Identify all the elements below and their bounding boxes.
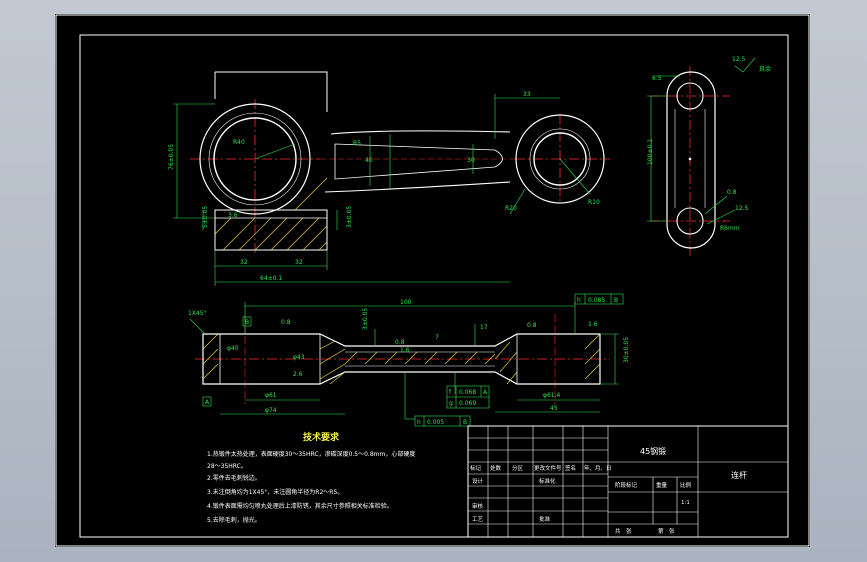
section-view: 1X45° B 0.8 100 3±0.05 7 17 0.8 0.8 h 0.… xyxy=(188,293,630,427)
tb-material: 45钢锻 xyxy=(640,446,666,456)
side-surf-2: 12.5 xyxy=(735,205,749,212)
tb-h-count: 处数 xyxy=(490,464,502,472)
sec-tol-f-datum: A xyxy=(483,389,488,396)
sec-tol-h-datum: B xyxy=(463,419,467,426)
tech-line-3: 2.零件去毛刺锐边。 xyxy=(207,474,261,482)
tb-part-name: 连杆 xyxy=(731,470,747,480)
side-roughness-top: 12.5 xyxy=(732,56,746,63)
sec-datum-b: B xyxy=(245,319,249,326)
sec-left-d2: φ43 xyxy=(293,354,305,361)
tb-scale: 1:1 xyxy=(681,500,690,506)
sec-left-dia: φ40 xyxy=(227,345,239,352)
drawing-sheet: R40 R5 33 30 40 R20 R10 76±0.05 5±0.05 3… xyxy=(55,14,810,547)
sec-bottom-total: φ74 xyxy=(265,407,277,414)
sec-tol-f: f xyxy=(449,389,452,396)
outer-frame xyxy=(55,14,810,547)
sec-left-2: 2.6 xyxy=(293,371,303,378)
tb-h-date: 年、月、日 xyxy=(584,464,612,472)
sec-dim-17: 17 xyxy=(480,324,488,331)
dim-small-r2: R10 xyxy=(588,199,600,206)
tb-h-sign: 签名 xyxy=(565,464,576,472)
sec-tol-h: h xyxy=(417,419,421,426)
dim-bottom-32a: 32 xyxy=(240,259,248,266)
sec-flat-h: h xyxy=(577,297,581,304)
tech-line-5: 4.锻件表面需均匀喷丸处理后上漆防锈，其余尺寸参照相关标准检验。 xyxy=(207,502,393,510)
tech-line-4: 3.未注倒角均为1X45°，未注圆角半径为R2～R5。 xyxy=(207,488,343,496)
tb-h-change: 更改文件号 xyxy=(534,464,562,472)
front-view: R40 R5 33 30 40 R20 R10 76±0.05 5±0.05 3… xyxy=(168,71,610,286)
dim-gap: 3.6 xyxy=(228,212,238,219)
dim-rib-40: 40 xyxy=(365,157,373,164)
sec-rough-4: 1.6 xyxy=(588,321,598,328)
side-hole-r: R6mm xyxy=(720,225,740,232)
side-edge: 6.5 xyxy=(652,75,662,82)
side-roughness-label: 其余 xyxy=(759,65,771,73)
tb-sheet-total: 共 张 xyxy=(615,527,632,535)
sec-tol-h-val: 0.005 xyxy=(427,419,444,426)
tb-process: 工艺 xyxy=(472,516,484,523)
tech-line-1: 1.热锻件太热处理，表面硬度30～35HRC，渗碳深度0.5～0.8mm，心部硬… xyxy=(207,450,415,458)
sec-right-h: 30±0.05 xyxy=(623,337,630,363)
dim-left-height: 76±0.05 xyxy=(168,144,175,170)
sec-dim-7: 7 xyxy=(435,334,439,341)
tech-line-6: 5.去除毛刺，抛光。 xyxy=(207,516,261,524)
tb-sheet-no: 第 张 xyxy=(658,527,675,535)
sec-mid-1: 1.6 xyxy=(400,347,410,354)
tb-h-mark: 标记 xyxy=(470,464,482,472)
sec-tol-g: g xyxy=(449,400,453,407)
sec-tol-f-val: 0.068 xyxy=(459,389,476,396)
dim-left-low: 5±0.05 xyxy=(202,206,209,228)
sec-rough-1: 0.8 xyxy=(281,319,291,326)
side-surf-1: 0.8 xyxy=(727,189,737,196)
dim-radius-big: R40 xyxy=(233,139,245,146)
tb-approve: 批准 xyxy=(539,515,551,523)
tech-requirements: 技术要求 1.热锻件太热处理，表面硬度30～35HRC，渗碳深度0.5～0.8m… xyxy=(207,431,415,524)
sec-bottom-phi: φ61 xyxy=(265,392,277,399)
tb-check: 审核 xyxy=(472,502,484,510)
tech-line-2: 28～35HRC。 xyxy=(207,463,247,470)
dim-top-width: 33 xyxy=(523,91,531,98)
tech-title: 技术要求 xyxy=(303,431,340,443)
sec-rough-2: 0.8 xyxy=(395,339,405,346)
sec-tol-g-val: 0.069 xyxy=(459,400,476,407)
tb-weight: 重量 xyxy=(656,481,668,489)
tb-scale-h: 比例 xyxy=(680,481,692,489)
sec-right-d: φ61.4 xyxy=(543,392,561,399)
sec-right-vert: 3±0.05 xyxy=(362,308,369,330)
dim-small-r1: R20 xyxy=(505,205,517,212)
tb-stage: 阶段标记 xyxy=(615,481,638,489)
sec-flat-val: 0.085 xyxy=(588,297,605,304)
dim-bottom-32b: 32 xyxy=(295,259,303,266)
cad-drawing: R40 R5 33 30 40 R20 R10 76±0.05 5±0.05 3… xyxy=(55,14,810,547)
side-length: 100±0.1 xyxy=(647,139,654,165)
tb-standard: 标准化 xyxy=(539,477,556,485)
dim-overall: 64±0.1 xyxy=(260,275,282,282)
sec-rough-3: 0.8 xyxy=(527,322,537,329)
tb-design: 设计 xyxy=(472,477,484,485)
dim-right-low: 3±0.05 xyxy=(346,206,353,228)
side-view: 12.5 其余 6.5 100±0.1 0.8 12.5 R6mm xyxy=(647,56,771,259)
tb-h-zone: 分区 xyxy=(512,464,524,472)
sec-length-top: 100 xyxy=(400,299,412,306)
sec-flat-b: B xyxy=(614,297,618,304)
sec-chamfer: 1X45° xyxy=(188,310,207,317)
sec-right-45: 45 xyxy=(550,405,558,412)
sec-datum-a: A xyxy=(205,399,210,406)
dim-thickness: 30 xyxy=(467,157,475,164)
dim-radius-arm: R5 xyxy=(353,140,361,147)
title-block: 标记 处数 分区 更改文件号 签名 年、月、日 设计 标准化 审核 工艺 批准 … xyxy=(467,425,789,538)
